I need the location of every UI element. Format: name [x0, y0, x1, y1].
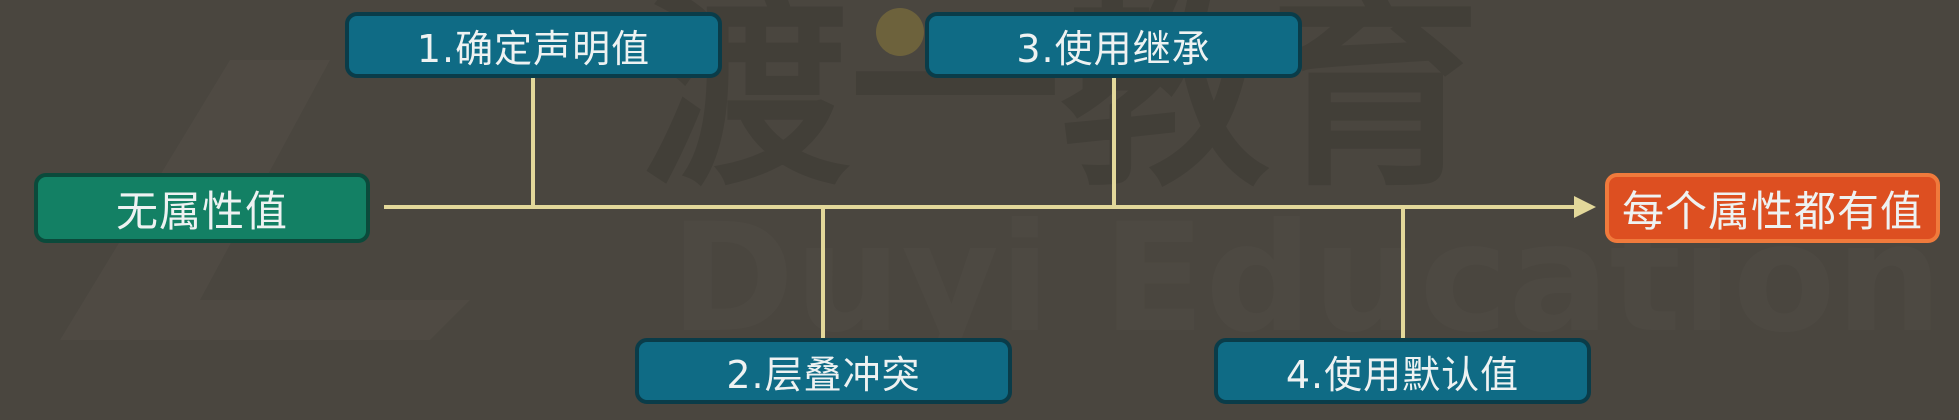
process-diagram: 渡一教育 Duyi Education 无属性值 1.确定声明值 2.层叠冲突 … [0, 0, 1959, 420]
step-3-label: 3.使用继承 [1016, 26, 1211, 71]
step-4-label: 4.使用默认值 [1285, 352, 1520, 397]
step-4-box: 4.使用默认值 [1214, 338, 1591, 404]
start-state-box: 无属性值 [34, 173, 370, 243]
step-2-label: 2.层叠冲突 [726, 352, 921, 397]
watermark-dot [876, 8, 924, 56]
start-state-label: 无属性值 [115, 186, 288, 236]
step-1-label: 1.确定声明值 [416, 26, 651, 71]
end-state-label: 每个属性都有值 [1621, 186, 1923, 236]
step-1-box: 1.确定声明值 [345, 12, 722, 78]
end-state-box: 每个属性都有值 [1605, 173, 1940, 243]
step-2-box: 2.层叠冲突 [635, 338, 1012, 404]
step-3-box: 3.使用继承 [925, 12, 1302, 78]
